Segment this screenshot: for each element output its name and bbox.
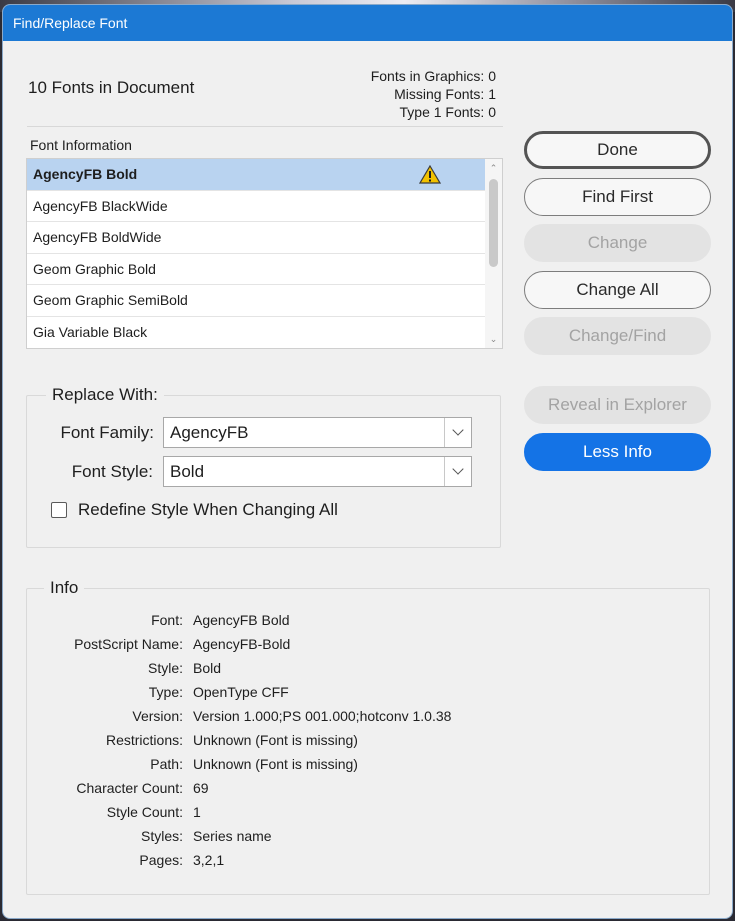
font-list-item[interactable]: AgencyFB BlackWide (27, 191, 485, 223)
info-legend: Info (44, 578, 85, 598)
change-find-button[interactable]: Change/Find (524, 317, 711, 355)
font-list-scrollbar[interactable]: ⌃ ⌄ (485, 159, 502, 348)
font-list-item[interactable]: Geom Graphic Bold (27, 254, 485, 286)
info-key: Pages: (139, 852, 183, 868)
fonts-in-document-count: 10 Fonts in Document (28, 78, 195, 97)
font-family-value: AgencyFB (170, 423, 249, 442)
find-replace-font-dialog: Find/Replace Font 10 Fonts in Document F… (2, 4, 733, 919)
info-value: AgencyFB Bold (193, 612, 290, 628)
dialog-title: Find/Replace Font (3, 5, 732, 41)
info-key: PostScript Name: (74, 636, 183, 652)
font-list-item-label: Gia Variable Black (33, 323, 148, 340)
type1-fonts-stat: Type 1 Fonts: 0 (399, 104, 497, 120)
font-list-item-label: Geom Graphic Bold (33, 260, 156, 277)
info-key: Restrictions: (105, 732, 183, 748)
divider (27, 126, 503, 127)
font-list-item-label: AgencyFB BoldWide (33, 229, 162, 246)
info-key: Styles: (140, 828, 183, 844)
font-list-item-label: AgencyFB Bold (33, 166, 138, 182)
find-first-button[interactable]: Find First (524, 178, 711, 216)
font-list-item[interactable]: AgencyFB Bold (27, 159, 485, 191)
reveal-in-explorer-button[interactable]: Reveal in Explorer (524, 386, 711, 424)
info-value: Unknown (Font is missing) (193, 732, 358, 748)
font-family-label: Font Family: (60, 423, 154, 442)
chevron-up-icon[interactable]: ⌃ (488, 163, 499, 173)
font-list-item[interactable]: Gia Variable Black (27, 317, 485, 348)
scrollbar-thumb[interactable] (489, 179, 498, 267)
info-value: 69 (193, 780, 209, 796)
info-key: Version: (132, 708, 183, 724)
font-list-item[interactable]: AgencyFB BoldWide (27, 222, 485, 254)
font-list-item[interactable]: Geom Graphic SemiBold (27, 285, 485, 317)
info-value: 1 (193, 804, 201, 820)
font-family-select[interactable]: AgencyFB (163, 417, 472, 448)
info-key: Style Count: (106, 804, 183, 820)
info-key: Font: (151, 612, 183, 628)
info-value: Version 1.000;PS 001.000;hotconv 1.0.38 (193, 708, 452, 724)
info-value: Series name (193, 828, 272, 844)
warning-triangle-icon (419, 165, 441, 184)
info-value: AgencyFB-Bold (193, 636, 291, 652)
info-value: OpenType CFF (193, 684, 289, 700)
change-button[interactable]: Change (524, 224, 711, 262)
replace-with-legend: Replace With: (46, 385, 164, 405)
font-style-value: Bold (170, 462, 205, 481)
chevron-down-icon[interactable] (444, 457, 471, 486)
info-key: Type: (148, 684, 183, 700)
info-key: Character Count: (76, 780, 183, 796)
fonts-in-graphics-stat: Fonts in Graphics: 0 (370, 68, 496, 84)
info-key: Path: (150, 756, 183, 772)
info-key: Style: (147, 660, 183, 676)
font-list-item-label: AgencyFB BlackWide (33, 197, 168, 214)
font-list[interactable]: AgencyFB Bold AgencyFB BlackWide AgencyF… (26, 158, 503, 349)
font-list-header: Font Information (30, 137, 132, 153)
info-value: Unknown (Font is missing) (193, 756, 358, 772)
chevron-down-icon[interactable] (444, 418, 471, 447)
redefine-style-checkbox[interactable] (51, 502, 67, 518)
missing-fonts-stat: Missing Fonts: 1 (394, 86, 496, 102)
font-stats: Fonts in Graphics: 0 Missing Fonts: 1 Ty… (371, 67, 496, 121)
font-style-select[interactable]: Bold (163, 456, 472, 487)
change-all-button[interactable]: Change All (524, 271, 711, 309)
font-list-item-label: Geom Graphic SemiBold (33, 292, 188, 309)
less-info-button[interactable]: Less Info (524, 433, 711, 471)
done-button[interactable]: Done (524, 131, 711, 169)
redefine-style-label[interactable]: Redefine Style When Changing All (78, 500, 338, 520)
font-style-label: Font Style: (71, 462, 153, 481)
info-value: 3,2,1 (193, 852, 225, 868)
chevron-down-icon[interactable]: ⌄ (488, 334, 499, 344)
info-value: Bold (193, 660, 222, 676)
